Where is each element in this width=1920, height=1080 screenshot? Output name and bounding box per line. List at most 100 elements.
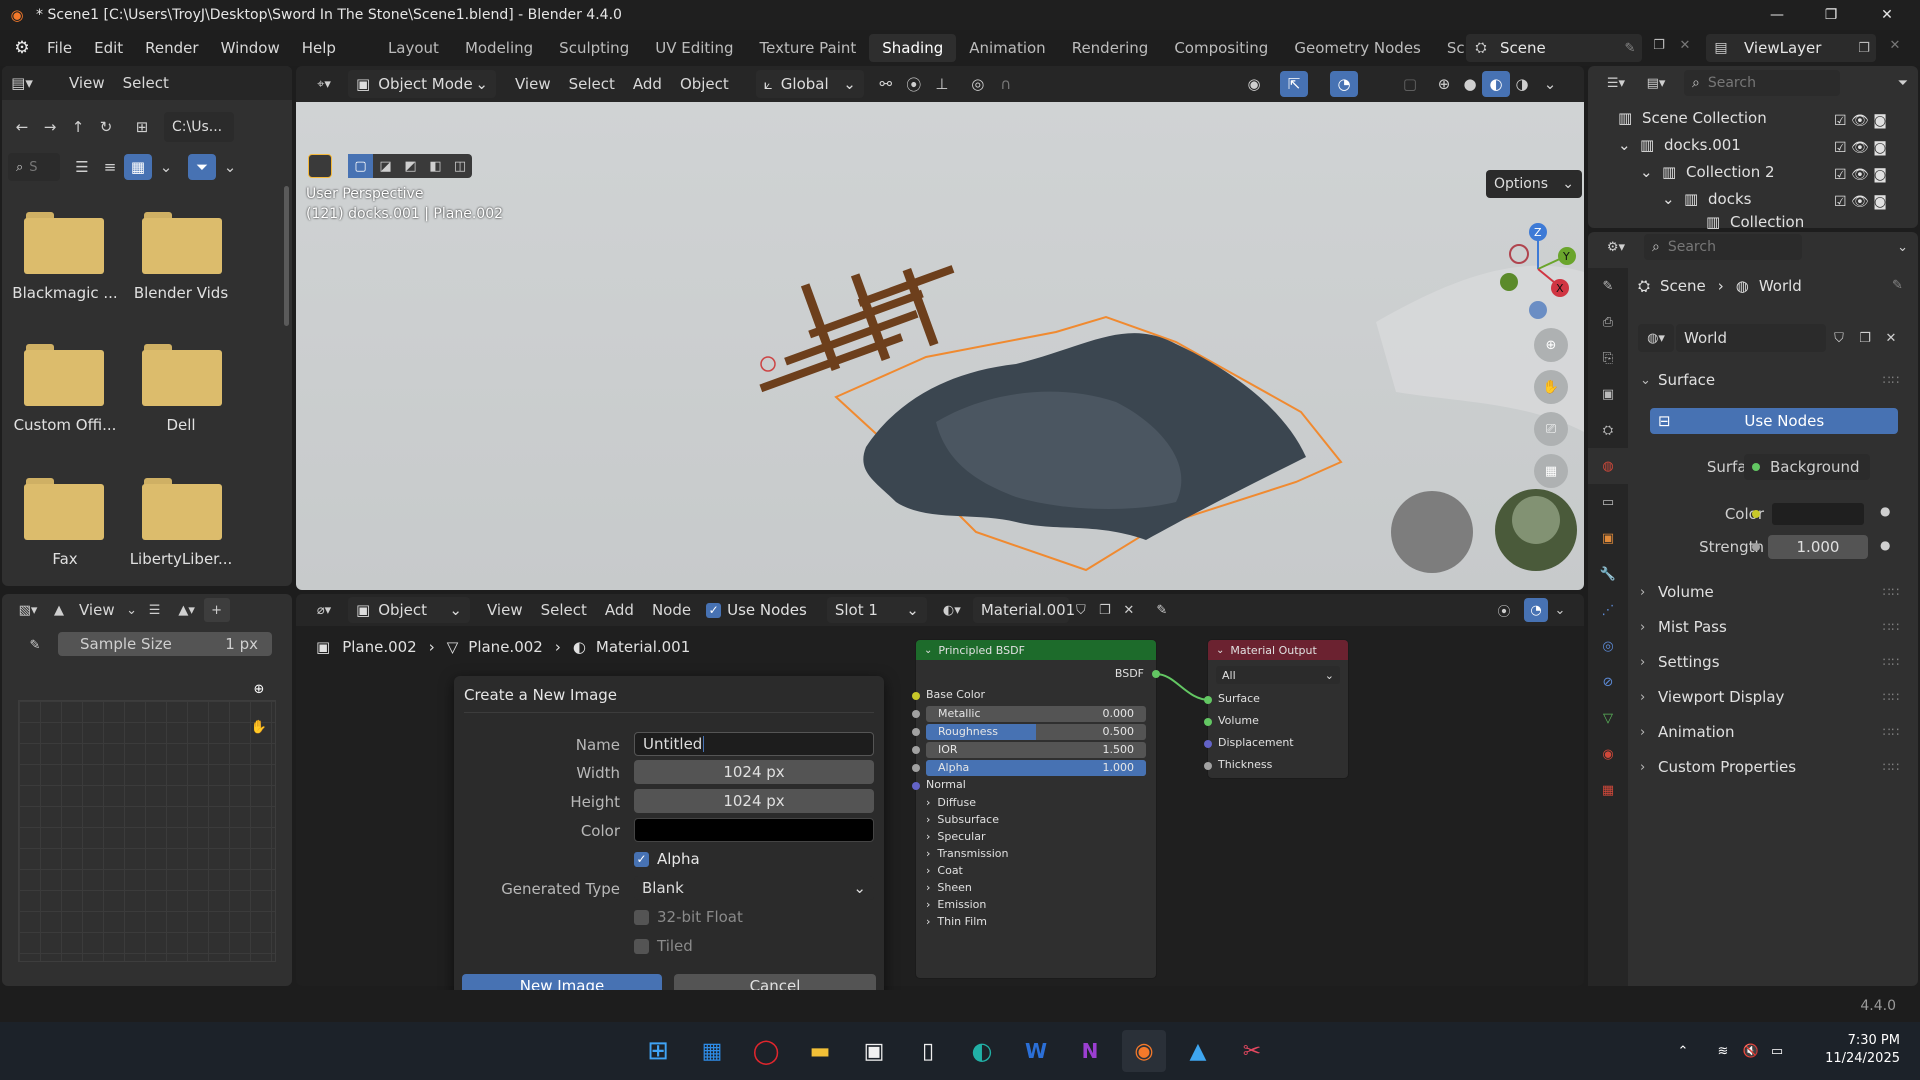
tree-row[interactable]: ⌄ ▥ docks.001 [1618, 131, 1804, 158]
viewport-add-menu[interactable]: Add [624, 75, 671, 93]
overlays-icon[interactable]: ◔ [1330, 71, 1358, 97]
tab-geometry-nodes[interactable]: Geometry Nodes [1281, 34, 1434, 62]
properties-options-icon[interactable]: ⌄ [1897, 240, 1908, 255]
sample-size-field[interactable]: Sample Size 1 px [58, 632, 272, 656]
generated-type-dropdown[interactable]: Blank ⌄ [634, 876, 874, 900]
panel-diffuse[interactable]: › Diffuse [926, 794, 1008, 811]
options-dropdown[interactable]: Options ⌄ [1486, 170, 1582, 198]
keyframe-dot-icon[interactable]: ● [1880, 504, 1890, 518]
row-toggles[interactable]: ☑ 👁 ◙ [1834, 189, 1887, 216]
folder-item[interactable]: Fax [6, 478, 126, 568]
falloff-icon[interactable]: ∩ [992, 71, 1020, 97]
principled-bsdf-node[interactable]: ⌄ Principled BSDF BSDF Base Color Metall… [912, 640, 1160, 978]
panel-specular[interactable]: › Specular [926, 828, 1008, 845]
new-view-layer-icon[interactable]: ❐ [1852, 41, 1876, 56]
delete-scene-icon[interactable]: ✕ [1674, 38, 1696, 53]
world-tab-icon[interactable]: ◍ [1588, 448, 1628, 484]
tab-shading[interactable]: Shading [869, 34, 957, 62]
output-tab-icon[interactable]: ⎘ [1588, 340, 1628, 376]
outliner-search[interactable]: ⌕ Search [1684, 70, 1840, 96]
strength-value[interactable]: 1.000 [1768, 535, 1868, 559]
editor-type-icon[interactable]: ▤▾ [2, 74, 42, 92]
keyframe-dot-icon[interactable]: ● [1880, 538, 1890, 552]
menu-edit[interactable]: Edit [83, 39, 134, 57]
clock[interactable]: 7:30 PM 11/24/2025 [1810, 1032, 1900, 1068]
ortho-grid-icon[interactable]: ▦ [1534, 454, 1568, 488]
select-invert-icon[interactable]: ◧ [423, 159, 448, 174]
object-tab-icon[interactable]: ▣ [1588, 520, 1628, 556]
viewport-select-menu[interactable]: Select [560, 75, 624, 93]
panel-emission[interactable]: › Emission [926, 896, 1008, 913]
new-folder-icon[interactable]: ⊞ [128, 114, 156, 140]
ior-slider[interactable]: IOR 1.500 [926, 742, 1146, 758]
visibility-icon[interactable]: ◉ [1240, 71, 1268, 97]
tab-sculpting[interactable]: Sculpting [546, 34, 642, 62]
onenote-icon[interactable]: N [1068, 1030, 1112, 1072]
mode-dropdown[interactable]: ▣ Object Mode ⌄ [348, 70, 496, 98]
select-intersect-icon[interactable]: ◫ [448, 159, 472, 174]
pan-hand-icon[interactable]: ✋ [246, 714, 272, 740]
collection-tab-icon[interactable]: ▭ [1588, 484, 1628, 520]
height-field[interactable]: 1024 px [634, 789, 874, 813]
shading-dropdown-icon[interactable]: ⌄ [1536, 71, 1564, 97]
orientation-dropdown[interactable]: ⟀ Global ⌄ [755, 70, 864, 98]
opera-icon[interactable]: ◯ [744, 1030, 788, 1072]
use-nodes-button[interactable]: ⊟ Use Nodes [1650, 408, 1898, 434]
display-mode-icon[interactable]: ▤▾ [1636, 76, 1676, 91]
render-tab-icon[interactable]: ⎙ [1588, 304, 1628, 340]
proportional-edit-icon[interactable]: ◎ [964, 71, 992, 97]
data-tab-icon[interactable]: ▽ [1588, 700, 1628, 736]
refresh-icon[interactable]: ↻ [92, 114, 120, 140]
wireframe-shading-icon[interactable]: ⊕ [1430, 71, 1458, 97]
constraints-tab-icon[interactable]: ⊘ [1588, 664, 1628, 700]
tree-row[interactable]: ▥ Scene Collection [1618, 104, 1804, 131]
scene-tab-icon[interactable]: ⛭ [1588, 412, 1628, 448]
texture-tab-icon[interactable]: ▦ [1588, 772, 1628, 808]
scene-selector[interactable]: ⛭ Scene ✎ [1466, 34, 1642, 62]
wifi-icon[interactable]: ≋ [1708, 1044, 1738, 1059]
image-mode-icon[interactable]: ▲ [48, 603, 70, 618]
view-layer-tab-icon[interactable]: ▣ [1588, 376, 1628, 412]
zoom-icon[interactable]: ⊕ [246, 676, 272, 702]
row-toggles[interactable]: ☑ 👁 ◙ [1834, 162, 1887, 189]
folder-item[interactable]: Blender Vids [122, 212, 242, 302]
pin-icon[interactable]: ✎ [1618, 41, 1642, 56]
folder-item[interactable]: Dell [122, 344, 242, 434]
tab-rendering[interactable]: Rendering [1059, 34, 1162, 62]
viewport-view-menu[interactable]: View [506, 75, 560, 93]
panel-thin-film[interactable]: › Thin Film [926, 913, 1008, 930]
word-icon[interactable]: W [1014, 1030, 1058, 1072]
unlink-world-icon[interactable]: ✕ [1878, 324, 1904, 352]
roughness-socket[interactable] [912, 728, 920, 736]
tree-row[interactable]: ▥ Collection [1618, 212, 1804, 232]
alpha-socket[interactable] [912, 764, 920, 772]
image-view-menu[interactable]: View [70, 601, 124, 619]
snap-target-icon[interactable]: ⊥ [928, 71, 956, 97]
camera-view-icon[interactable]: ⎚ [1534, 412, 1568, 446]
target-dropdown[interactable]: All ⌄ [1216, 666, 1340, 684]
world-browse-icon[interactable]: ◍▾ [1638, 324, 1674, 352]
editor-type-icon[interactable]: ☰▾ [1596, 76, 1636, 91]
select-extend-icon[interactable]: ◪ [373, 159, 398, 174]
animation-section-header[interactable]: › Animation ∷∷ [1640, 716, 1912, 748]
bsdf-node-header[interactable]: ⌄ Principled BSDF [916, 640, 1156, 660]
navigation-gizmo[interactable]: Z Y X [1486, 214, 1586, 324]
solid-shading-icon[interactable]: ● [1456, 71, 1484, 97]
display-dropdown-icon[interactable]: ⌄ [152, 154, 180, 180]
menu-file[interactable]: File [36, 39, 83, 57]
pivot-icon[interactable]: ⚯ [872, 71, 900, 97]
file-select-menu[interactable]: Select [114, 74, 178, 92]
editor-type-icon[interactable]: ⌖▾ [304, 77, 344, 92]
panel-subsurface[interactable]: › Subsurface [926, 811, 1008, 828]
float-checkbox-row[interactable]: 32-bit Float [634, 908, 743, 926]
photos-icon[interactable]: ▲ [1176, 1030, 1220, 1072]
row-toggles[interactable]: ☑ 👁 ◙ [1834, 135, 1887, 162]
surface-section-header[interactable]: ⌄ Surface ∷∷ [1640, 364, 1912, 396]
editor-type-icon[interactable]: ⚙▾ [1596, 240, 1636, 255]
panel-sheen[interactable]: › Sheen [926, 879, 1008, 896]
select-tool-icon[interactable] [308, 154, 332, 178]
gizmo-toggle-icon[interactable]: ⇱ [1280, 71, 1308, 97]
row-toggles[interactable]: ☑ 👁 ◙ [1834, 108, 1887, 135]
panel-transmission[interactable]: › Transmission [926, 845, 1008, 862]
thumbnails-icon[interactable]: ▦ [124, 154, 152, 180]
